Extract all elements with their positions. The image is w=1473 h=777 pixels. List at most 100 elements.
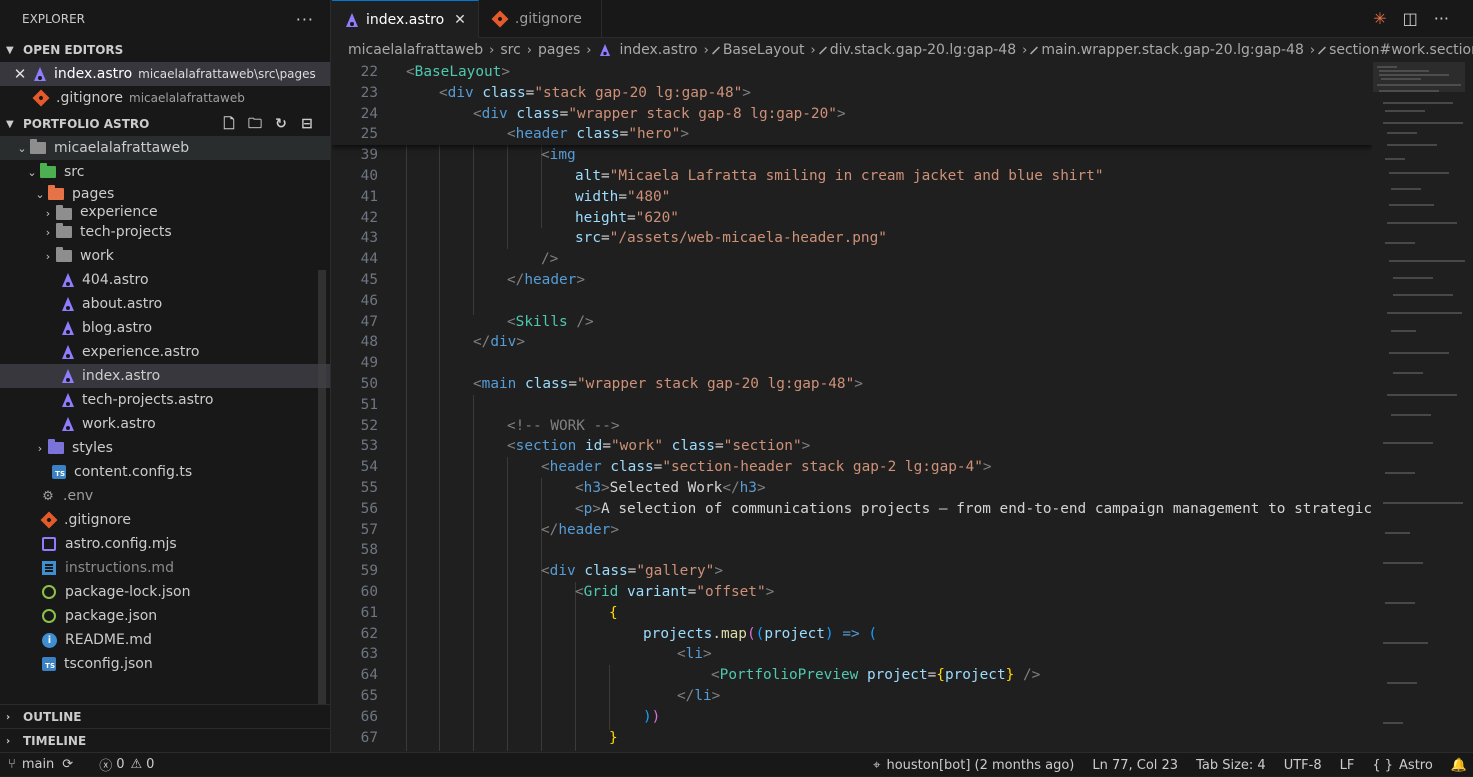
tree-file[interactable]: astro.config.mjs xyxy=(0,532,330,556)
code-line: 48 </div> xyxy=(332,332,1372,353)
outline-section[interactable]: › OUTLINE xyxy=(0,704,331,729)
tree-file[interactable]: work.astro xyxy=(0,412,330,436)
sync-icon[interactable]: ⟳ xyxy=(62,757,73,772)
symbol-icon xyxy=(711,46,720,54)
code-line: 24 <div class="wrapper stack gap-8 lg:gap… xyxy=(332,104,1372,125)
tab-size[interactable]: Tab Size: 4 xyxy=(1196,758,1266,773)
chevron-right-icon: › xyxy=(526,42,532,58)
tab-gitignore[interactable]: .gitignore xyxy=(479,0,602,38)
tree-file[interactable]: tech-projects.astro xyxy=(0,388,330,412)
tree-folder-tech-projects[interactable]: › tech-projects xyxy=(0,220,330,244)
open-editor-item[interactable]: ✕ index.astro micaelalafrattaweb\src\pag… xyxy=(0,62,330,86)
editor-area: index.astro ✕ .gitignore ✳ ◫ ··· micaela… xyxy=(332,0,1473,752)
code-editor[interactable]: 22 <BaseLayout> 23 <div class="stack gap-2… xyxy=(332,62,1372,752)
code-token: BaseLayout xyxy=(414,64,502,80)
new-file-icon[interactable]: 🗋 xyxy=(220,115,238,133)
line-number: 61 xyxy=(360,604,378,621)
tree-label: tech-projects xyxy=(80,224,172,240)
encoding[interactable]: UTF-8 xyxy=(1284,758,1322,773)
cursor-position[interactable]: Ln 77, Col 23 xyxy=(1092,758,1178,773)
open-editors-header[interactable]: ▼ OPEN EDITORS xyxy=(0,38,330,62)
astro-icon xyxy=(62,369,74,383)
language-mode[interactable]: { } Astro xyxy=(1372,758,1432,773)
line-number: 57 xyxy=(360,521,378,538)
branch-indicator[interactable]: ⑂ main ⟳ xyxy=(8,757,73,772)
close-icon[interactable]: ✕ xyxy=(12,65,28,83)
tree-label: README.md xyxy=(65,632,152,648)
git-icon xyxy=(40,511,58,529)
sparkle-icon[interactable]: ✳ xyxy=(1373,9,1386,28)
folder-src-icon xyxy=(40,163,56,178)
collapse-all-icon[interactable]: ⊟ xyxy=(298,115,316,133)
eol[interactable]: LF xyxy=(1340,758,1355,773)
breadcrumb-item[interactable]: section#work.section xyxy=(1329,42,1473,58)
sidebar-scrollbar[interactable] xyxy=(318,270,326,705)
line-number: 42 xyxy=(360,209,378,226)
tree-folder-src[interactable]: ⌄ src xyxy=(0,160,330,184)
notifications[interactable]: 🔔 xyxy=(1451,758,1467,773)
close-icon[interactable]: ✕ xyxy=(454,12,466,28)
breadcrumb-item[interactable]: index.astro xyxy=(619,42,697,58)
timeline-section[interactable]: › TIMELINE xyxy=(0,728,331,753)
tree-file[interactable]: TS tsconfig.json xyxy=(0,652,330,676)
symbol-icon xyxy=(1318,46,1327,54)
tab-index-astro[interactable]: index.astro ✕ xyxy=(332,0,479,38)
tree-folder-work[interactable]: › work xyxy=(0,244,330,268)
tab-size-text: Tab Size: 4 xyxy=(1196,757,1266,773)
folder-pages-icon xyxy=(48,185,64,200)
open-editor-name: index.astro xyxy=(54,66,133,82)
chevron-right-icon: › xyxy=(6,711,11,723)
breadcrumb-item[interactable]: BaseLayout xyxy=(723,42,805,58)
tree-label: .env xyxy=(63,488,94,504)
bell-icon[interactable]: 🔔 xyxy=(1451,758,1467,773)
more-actions-icon[interactable]: ··· xyxy=(1434,9,1449,28)
tree-file[interactable]: .gitignore xyxy=(0,508,330,532)
tree-file[interactable]: package-lock.json xyxy=(0,580,330,604)
explorer-sidebar: EXPLORER ··· ▼ OPEN EDITORS ✕ index.astr… xyxy=(0,0,331,752)
tree-file[interactable]: about.astro xyxy=(0,292,330,316)
chevron-down-icon: ▼ xyxy=(6,118,14,130)
tree-label: work xyxy=(80,248,114,264)
breadcrumb-item[interactable]: div.stack.gap-20.lg:gap-48 xyxy=(830,42,1016,58)
code-token: "section-header stack gap-2 lg:gap-4" xyxy=(662,459,983,476)
git-icon xyxy=(491,10,509,28)
tree-file[interactable]: experience.astro xyxy=(0,340,330,364)
new-folder-icon[interactable]: 🗀 xyxy=(246,115,264,133)
git-blame[interactable]: ⌖ houston[bot] (2 months ago) xyxy=(873,758,1074,773)
code-token: "Micaela Lafratta smiling in cream jacke… xyxy=(609,167,1104,184)
tree-folder-root[interactable]: ⌄ micaelalafrattaweb xyxy=(0,136,330,160)
split-editor-icon[interactable]: ◫ xyxy=(1403,9,1418,28)
more-actions-icon[interactable]: ··· xyxy=(296,10,314,29)
tree-label: styles xyxy=(72,440,113,456)
project-header[interactable]: ▼ PORTFOLIO ASTRO 🗋 🗀 ↻ ⊟ xyxy=(0,112,330,136)
breadcrumb-item[interactable]: main.wrapper.stack.gap-20.lg:gap-48 xyxy=(1041,42,1304,58)
outline-header[interactable]: › OUTLINE xyxy=(0,705,331,729)
tree-file[interactable]: i README.md xyxy=(0,628,330,652)
code-line: 53 <section id="work" class="section"> xyxy=(332,436,1372,457)
refresh-icon[interactable]: ↻ xyxy=(272,115,290,133)
code-line: 50 <main class="wrapper stack gap-20 lg:g… xyxy=(332,374,1372,395)
code-token: header xyxy=(558,521,611,538)
breadcrumb-item[interactable]: pages xyxy=(538,42,580,58)
tree-file[interactable]: TS content.config.ts xyxy=(0,460,330,484)
problems-indicator[interactable]: ⓧ 0 ⚠ 0 xyxy=(99,755,154,774)
tree-label: micaelalafrattaweb xyxy=(54,140,190,156)
tree-file[interactable]: ⚙ .env xyxy=(0,484,330,508)
tree-file[interactable]: 404.astro xyxy=(0,268,330,292)
tree-folder-styles[interactable]: › styles xyxy=(0,436,330,460)
tree-folder-experience[interactable]: › experience xyxy=(0,204,330,220)
tree-file[interactable]: instructions.md xyxy=(0,556,330,580)
code-token: id xyxy=(585,438,603,455)
tree-file-selected[interactable]: index.astro xyxy=(0,364,330,388)
open-editor-item[interactable]: .gitignore micaelalafrattaweb xyxy=(0,86,330,110)
breadcrumb-item[interactable]: src xyxy=(500,42,520,58)
breadcrumb-item[interactable]: micaelalafrattaweb xyxy=(348,42,483,58)
folder-icon xyxy=(56,247,72,262)
tree-file[interactable]: package.json xyxy=(0,604,330,628)
timeline-header[interactable]: › TIMELINE xyxy=(0,729,331,753)
tree-label: 404.astro xyxy=(82,272,149,288)
tree-folder-pages[interactable]: ⌄ pages xyxy=(0,184,330,204)
minimap[interactable] xyxy=(1373,62,1465,752)
tree-file[interactable]: blog.astro xyxy=(0,316,330,340)
code-line: 51 xyxy=(332,395,1372,416)
